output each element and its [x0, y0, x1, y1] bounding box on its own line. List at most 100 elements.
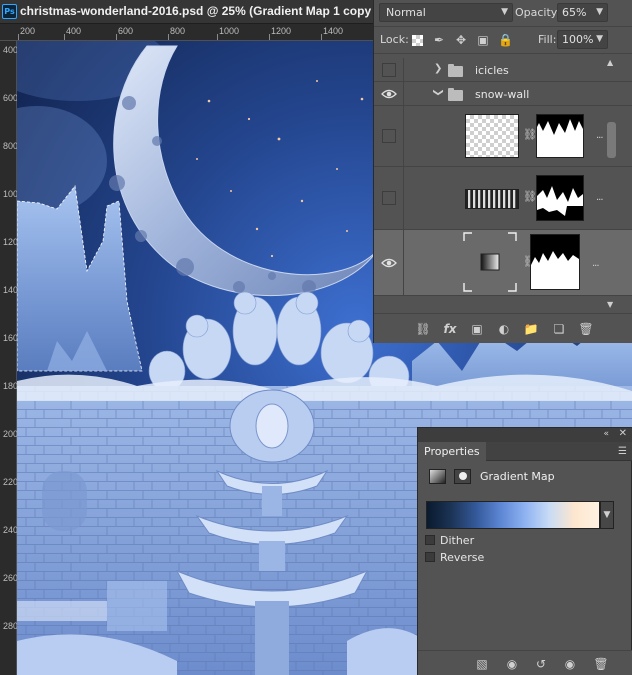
mask-circle: [459, 472, 467, 480]
new-group-icon[interactable]: 📁: [523, 321, 539, 337]
layer-row-masked-2[interactable]: ⛓ ...: [374, 167, 632, 230]
reset-icon[interactable]: ↺: [533, 656, 549, 672]
fill-field[interactable]: 100% ▼: [557, 30, 608, 49]
ruler-tick: [116, 34, 117, 40]
lock-transparent-pixels-icon[interactable]: [412, 35, 423, 46]
new-layer-icon[interactable]: ❏: [551, 321, 567, 337]
opacity-field[interactable]: 65% ▼: [557, 3, 608, 22]
ruler-tick: [217, 34, 218, 40]
fx-icon[interactable]: fx: [442, 321, 458, 337]
mask-shape: [531, 251, 579, 289]
layers-footer: ⛓ fx ▣ ◐ 📁 ❏ 🗑: [374, 313, 632, 343]
chevron-down-icon[interactable]: ❯: [433, 88, 444, 96]
layer-mask-thumbnail[interactable]: [536, 114, 584, 158]
link-icon[interactable]: ⛓: [523, 190, 537, 203]
visibility-toggle[interactable]: [374, 230, 404, 295]
lock-position-icon[interactable]: ✥: [454, 33, 468, 47]
layer-row-snow-wall[interactable]: ❯ snow-wall: [374, 82, 632, 106]
gradient-dropdown[interactable]: ▼: [600, 501, 614, 529]
layer-name[interactable]: snow-wall: [475, 88, 529, 101]
delete-icon[interactable]: 🗑: [593, 656, 609, 672]
visibility-toggle[interactable]: [374, 106, 404, 166]
visibility-toggle[interactable]: [374, 58, 404, 81]
gradient-map-adjustment-icon[interactable]: [429, 469, 446, 484]
ruler-tick-label: 2600: [3, 573, 24, 583]
ruler-tick: [18, 34, 19, 40]
mask-shape: [537, 115, 583, 135]
ruler-tick-label: 1600: [3, 333, 24, 343]
reverse-checkbox[interactable]: [425, 552, 435, 562]
more-icon[interactable]: ...: [592, 258, 599, 269]
vertical-ruler[interactable]: 400 600 800 1000 1200 1400 1600 1800 200…: [0, 41, 24, 675]
chevron-down-icon: ▼: [501, 7, 508, 17]
mask-shape: [537, 186, 583, 216]
adjustment-layer-icon[interactable]: ◐: [496, 321, 512, 337]
visibility-off-box[interactable]: [382, 191, 396, 205]
ruler-tick-label: 400: [3, 45, 19, 55]
ruler-tick-label: 800: [3, 141, 19, 151]
chevron-right-icon[interactable]: ❯: [434, 63, 442, 74]
ruler-tick-label: 200: [20, 26, 36, 36]
layers-scrollbar[interactable]: [605, 56, 618, 312]
blend-mode-select[interactable]: Normal ▼: [379, 3, 513, 22]
eye-icon[interactable]: [381, 89, 397, 99]
lock-image-pixels-icon[interactable]: ✒: [432, 33, 446, 47]
gradient-preview[interactable]: [426, 501, 600, 529]
collapse-icon[interactable]: «: [603, 429, 609, 439]
fill-value: 100%: [562, 33, 594, 46]
more-icon[interactable]: ...: [596, 130, 603, 141]
layer-thumbnail[interactable]: [465, 114, 519, 158]
properties-tab-row: Properties ☰: [418, 442, 632, 461]
visibility-toggle[interactable]: [374, 167, 404, 229]
lock-options-row: Lock: ✒ ✥ ▣ 🔒 Fill: 100% ▼: [374, 27, 632, 54]
layer-row-icicles[interactable]: ❯ icicles: [374, 58, 632, 82]
ruler-tick: [168, 34, 169, 40]
delete-icon[interactable]: 🗑: [578, 321, 594, 337]
lock-label: Lock:: [380, 33, 409, 46]
ruler-tick-label: 1000: [219, 26, 240, 36]
ruler-tick-label: 800: [170, 26, 186, 36]
layers-scroll-thumb[interactable]: [607, 122, 616, 158]
tab-properties[interactable]: Properties: [418, 442, 486, 461]
eye-icon[interactable]: [381, 258, 397, 268]
layer-thumbnail[interactable]: [465, 189, 519, 209]
adjustment-thumbnail[interactable]: [463, 232, 517, 292]
dither-checkbox[interactable]: [425, 535, 435, 545]
scroll-up-icon[interactable]: ▲: [607, 58, 613, 67]
fill-label: Fill:: [538, 33, 557, 46]
visibility-eye-icon[interactable]: ◉: [562, 656, 578, 672]
ruler-tick-label: 600: [118, 26, 134, 36]
view-previous-icon[interactable]: ◉: [504, 656, 520, 672]
ruler-tick-label: 2200: [3, 477, 24, 487]
selection-corner-brackets: [463, 232, 517, 292]
folder-icon: [448, 88, 463, 101]
layer-mask-icon[interactable]: [454, 469, 471, 484]
visibility-off-box[interactable]: [382, 129, 396, 143]
layer-name[interactable]: icicles: [475, 64, 509, 77]
visibility-off-box[interactable]: [382, 63, 396, 77]
ruler-tick-label: 1200: [271, 26, 292, 36]
layers-options-row: Normal ▼ Opacity: 65% ▼: [374, 0, 632, 27]
properties-title: Gradient Map: [480, 470, 555, 483]
layer-row-gradient-map[interactable]: ⛓ ...: [374, 230, 632, 296]
link-layers-icon[interactable]: ⛓: [415, 321, 431, 337]
lock-artboard-icon[interactable]: ▣: [476, 33, 490, 47]
panel-menu-icon[interactable]: ☰: [618, 446, 627, 457]
add-mask-icon[interactable]: ▣: [469, 321, 485, 337]
clip-to-layer-icon[interactable]: ▧: [474, 656, 490, 672]
more-icon[interactable]: ...: [596, 192, 603, 203]
scroll-down-icon[interactable]: ▼: [607, 300, 613, 309]
opacity-value: 65%: [562, 6, 587, 19]
photoshop-logo-icon: Ps: [2, 4, 17, 19]
dither-label: Dither: [440, 534, 475, 547]
document-tab-title[interactable]: christmas-wonderland-2016.psd @ 25% (Gra…: [20, 4, 375, 18]
visibility-toggle[interactable]: [374, 82, 404, 105]
link-icon[interactable]: ⛓: [523, 128, 537, 141]
layer-mask-thumbnail[interactable]: [530, 234, 580, 290]
layer-row-masked-1[interactable]: ⛓ ...: [374, 106, 632, 167]
lock-all-icon[interactable]: 🔒: [498, 33, 513, 47]
chevron-down-icon[interactable]: ▼: [596, 4, 603, 21]
layer-mask-thumbnail[interactable]: [536, 175, 584, 221]
chevron-down-icon[interactable]: ▼: [596, 31, 603, 48]
close-icon[interactable]: ✕: [619, 428, 627, 439]
